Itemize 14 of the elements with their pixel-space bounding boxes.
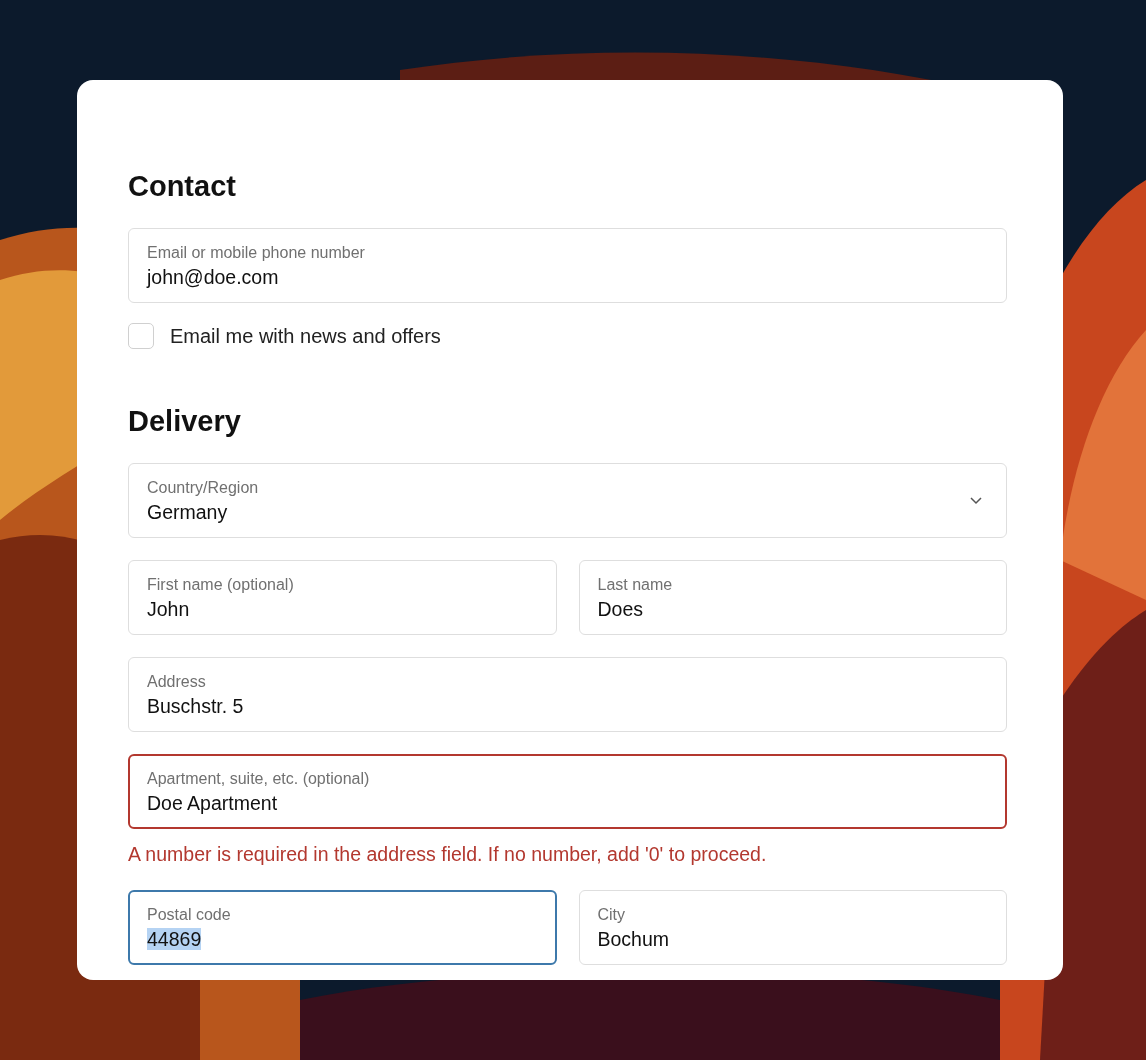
text-field[interactable]: City Bochum [578,890,1007,965]
text-field[interactable]: Apartment, suite, etc. (optional) Doe Apartment [128,754,1007,829]
checkbox-label[interactable]: Email me with news and offers [170,324,441,348]
select-field[interactable]: Country/Region Germany [128,463,1007,538]
error-message: A number is required in the address field. If no number, add '0' to proceed. [128,842,768,866]
checkbox[interactable] [128,323,154,349]
section-heading: Delivery [128,404,242,439]
text-field[interactable]: Last name Does [578,560,1007,635]
text-field[interactable]: Postal code 44869 [128,890,557,965]
text-field[interactable]: Address Buschstr. 5 [128,657,1007,732]
text-field[interactable]: First name (optional) John [128,560,557,635]
text-field[interactable]: Email or mobile phone number john@doe.com [128,228,1007,303]
section-heading: Contact [128,169,237,204]
chevron-down-icon [970,497,982,505]
